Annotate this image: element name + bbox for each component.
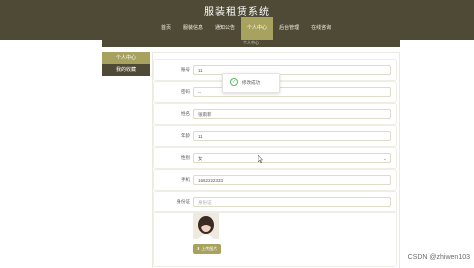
top-header: 服装租赁系统 首页 服装信息 通知公告 个人中心 后台管理 在线咨询 [0,0,474,40]
success-toast: ✓ 修改成功 [222,73,280,93]
sidebar-title[interactable]: 个人中心 [102,52,150,64]
gender-select[interactable]: 女 ⌄ [193,153,391,163]
form-row-gender: 性别 女 ⌄ [153,147,397,169]
sidebar-item-favorites[interactable]: 我的收藏 [102,64,150,76]
watermark: CSDN @zhiwen103 [407,254,470,261]
nav-notices[interactable]: 通知公告 [209,17,241,40]
password-label: 密码 [181,89,190,94]
form-row-name: 姓名 张雨菲 [153,103,397,125]
gender-label: 性别 [181,155,190,160]
age-field[interactable]: 11 [193,131,391,141]
phone-label: 手机 [181,177,190,182]
nav-home[interactable]: 首页 [155,17,177,40]
upload-button-label: 上传图片 [201,246,218,251]
sidebar: 个人中心 我的收藏 [102,52,150,76]
avatar-row: ⬆ 上传图片 [153,211,397,267]
form-row-phone: 手机 1662222333 [153,169,397,191]
name-field[interactable]: 张雨菲 [193,109,391,119]
upload-image-button[interactable]: ⬆ 上传图片 [193,244,221,254]
form-row-age: 年龄 11 [153,125,397,147]
phone-field[interactable]: 1662222333 [193,175,391,185]
form-row-idcard: 身份证 身份证 [153,191,397,213]
nav-consult[interactable]: 在线咨询 [305,17,337,40]
toast-message: 修改成功 [242,80,260,85]
site-title: 服装租赁系统 [204,7,270,18]
name-label: 姓名 [181,111,190,116]
nav-personal-center[interactable]: 个人中心 [241,17,274,40]
mouse-cursor-icon [258,155,263,163]
nav-admin[interactable]: 后台管理 [273,17,305,40]
avatar [193,213,219,239]
age-label: 年龄 [181,133,190,138]
check-circle-icon: ✓ [230,78,238,86]
main-nav: 首页 服装信息 通知公告 个人中心 后台管理 在线咨询 [155,17,337,40]
idcard-label: 身份证 [176,199,191,204]
breadcrumb: 个人中心 [102,40,400,47]
idcard-field[interactable]: 身份证 [193,197,391,207]
upload-icon: ⬆ [196,246,201,251]
chevron-down-icon: ⌄ [382,156,387,162]
nav-clothing[interactable]: 服装信息 [177,17,209,40]
account-label: 账号 [181,67,190,72]
gender-value: 女 [198,156,203,161]
